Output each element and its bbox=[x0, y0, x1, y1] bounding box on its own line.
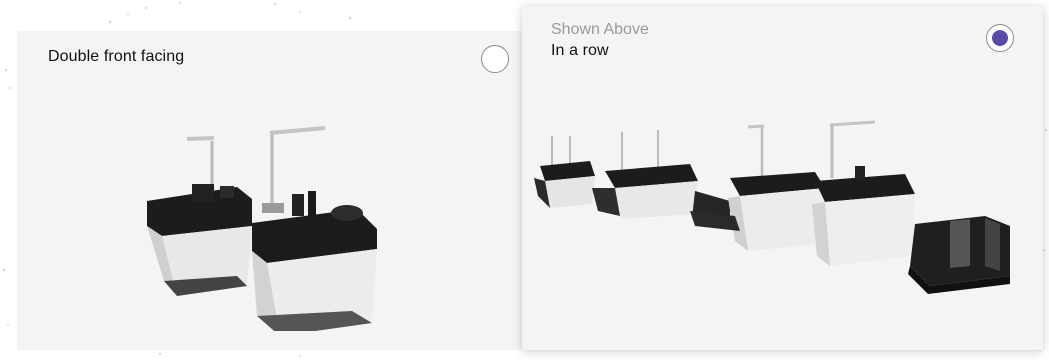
double-front-facing-checkout-illustration bbox=[147, 126, 377, 331]
option-card-in-a-row[interactable]: Shown Above In a row bbox=[522, 6, 1043, 350]
option-radio-button-selected[interactable] bbox=[986, 24, 1014, 52]
option-card-double-front-facing[interactable]: Double front facing bbox=[17, 31, 525, 350]
in-a-row-checkout-illustration bbox=[534, 120, 1010, 294]
radio-selected-dot bbox=[992, 30, 1008, 46]
option-radio-button[interactable] bbox=[481, 45, 509, 73]
option-title: Double front facing bbox=[48, 48, 185, 65]
option-title: In a row bbox=[551, 42, 609, 59]
option-subtitle: Shown Above bbox=[551, 21, 649, 38]
